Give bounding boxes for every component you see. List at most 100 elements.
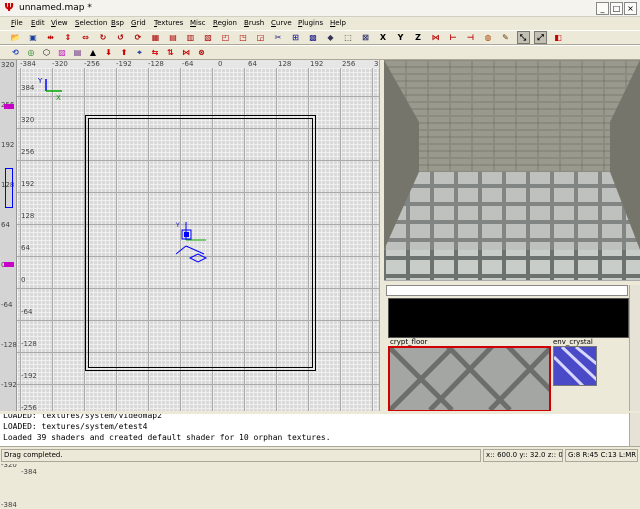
z-camera-icon[interactable]: [5, 168, 13, 208]
axis-y-label: Y: [37, 77, 43, 85]
main-toolbar: 📂 ▣ ⇹ ⇕ ⇔ ↻ ↺ ⟳ ▦ ▤ ▥ ▧ ◰ ◳ ◲ ✂ ⊞ ▩ ◆ ⬚ ⊠ X Y Z ⋈ ⊢ ⊣ ◍ ✎ ⤡ ⤢ ◧: [0, 30, 640, 45]
menu-bsp[interactable]: Bsp: [111, 18, 124, 29]
console-line: Loaded 39 shaders and created default sh…: [3, 433, 331, 442]
flip-y-icon[interactable]: ⇕: [63, 32, 74, 43]
rotate-x-icon[interactable]: ↻: [98, 32, 109, 43]
csg-hollow-icon[interactable]: ◳: [238, 32, 249, 43]
console-scrollbar[interactable]: [629, 413, 640, 446]
patch-weld-icon[interactable]: ✎: [500, 32, 511, 43]
status-bar: Drag completed. x:: 600.0 y:: 32.0 z:: 0…: [0, 446, 640, 464]
menu-region[interactable]: Region: [213, 18, 237, 29]
menu-help[interactable]: Help: [330, 18, 346, 29]
arrow-up-icon[interactable]: ⬆: [119, 47, 130, 58]
texture-view-icon[interactable]: ▩: [308, 32, 319, 43]
cycle-icon[interactable]: ◎: [26, 47, 37, 58]
z-tick-label: -128: [1, 341, 17, 349]
flip-x-icon[interactable]: ⇹: [45, 32, 56, 43]
select-touching-icon[interactable]: ▤: [168, 32, 179, 43]
axis-x-label: X: [56, 94, 61, 102]
arrow-down-icon[interactable]: ⬇: [103, 47, 114, 58]
menu-selection[interactable]: Selection: [75, 18, 107, 29]
patch-insert-icon[interactable]: ⊢: [448, 32, 459, 43]
z-axis-icon[interactable]: Z: [413, 32, 424, 43]
select-partial-tall-icon[interactable]: ▥: [185, 32, 196, 43]
maximize-button[interactable]: □: [610, 2, 623, 15]
console-line: LOADED: textures/system/videomap2: [3, 413, 162, 420]
y-tick-label: -64: [21, 308, 33, 316]
gtkradiant-logo-icon: Ψ: [4, 1, 14, 14]
y-tick-label: 384: [21, 84, 35, 92]
minimize-button[interactable]: _: [596, 2, 609, 15]
z-entity-marker-icon: [4, 104, 14, 109]
patch-delete-icon[interactable]: ⊣: [465, 32, 476, 43]
rotate-z-icon[interactable]: ⟳: [133, 32, 144, 43]
menu-misc[interactable]: Misc: [190, 18, 206, 29]
z-entity-marker-bottom-icon: [4, 262, 14, 267]
menu-grid[interactable]: Grid: [131, 18, 146, 29]
menu-curve[interactable]: Curve: [271, 18, 292, 29]
menu-view[interactable]: View: [51, 18, 68, 29]
camera-marker-icon[interactable]: Y: [176, 220, 220, 268]
texture-splitter[interactable]: [384, 280, 640, 284]
y-tick-label: 192: [21, 180, 35, 188]
vertex-icon[interactable]: ◧: [553, 32, 564, 43]
window-title: unnamed.map *: [19, 3, 92, 13]
drill-down-icon[interactable]: ⤡: [516, 31, 530, 44]
camera-3d-view[interactable]: [384, 60, 640, 282]
open-icon[interactable]: 📂: [10, 32, 21, 43]
menu-plugins[interactable]: Plugins: [298, 18, 323, 29]
refresh-icon[interactable]: ⟲: [10, 47, 21, 58]
close-button[interactable]: ×: [624, 2, 637, 15]
camera-move-icon[interactable]: ⬚: [343, 32, 354, 43]
z-view-ruler[interactable]: 320256192128640-64-128-192-256-320-384: [0, 60, 17, 509]
z-tick-label: -384: [1, 501, 17, 509]
flip-z-icon[interactable]: ⇔: [80, 32, 91, 43]
show-angles-icon[interactable]: ⤢: [534, 31, 547, 44]
menu-bar: File Edit View Selection Bsp Grid Textures Misc…: [0, 17, 640, 30]
entity-view-icon[interactable]: ⊠: [360, 32, 371, 43]
clipper-icon[interactable]: ✂: [273, 32, 284, 43]
y-tick-label: -192: [21, 372, 37, 380]
menu-textures[interactable]: Textures: [154, 18, 183, 29]
save-icon[interactable]: ▣: [28, 32, 39, 43]
csg-subtract-icon[interactable]: ◰: [220, 32, 231, 43]
texture-info-pane: [388, 298, 629, 338]
cap-icon[interactable]: ⬡: [41, 47, 52, 58]
texture-thumb-crypt-floor[interactable]: [388, 346, 551, 412]
texture-scrollbar[interactable]: [629, 285, 640, 412]
rotate-y-icon[interactable]: ↺: [115, 32, 126, 43]
texture-lock-icon[interactable]: ▨: [57, 47, 68, 58]
x-axis-icon[interactable]: X: [378, 32, 389, 43]
menu-file[interactable]: File: [11, 18, 23, 29]
x-tick-label: 64: [248, 60, 257, 68]
x-tick-label: -128: [148, 60, 164, 68]
cone-icon[interactable]: ▲: [88, 47, 99, 58]
menu-brush[interactable]: Brush: [244, 18, 264, 29]
csg-merge-icon[interactable]: ◲: [255, 32, 266, 43]
pin-icon[interactable]: ⌖: [134, 47, 145, 58]
x-tick-label: 256: [342, 60, 356, 68]
console-splitter[interactable]: [0, 411, 640, 414]
bend-icon[interactable]: ⋈: [181, 47, 192, 58]
change-view-icon[interactable]: ⊞: [290, 32, 301, 43]
patch-thicken-icon[interactable]: ◍: [483, 32, 494, 43]
patch-bend-icon[interactable]: ⋈: [430, 32, 441, 43]
x-tick-label: -256: [84, 60, 100, 68]
y-coordinate-ruler: 384320256192128640-64-128-192-256-320-38…: [17, 60, 47, 476]
status-coordinates: x:: 600.0 y:: 32.0 z:: 0.0: [483, 449, 563, 462]
x-tick-label: 0: [218, 60, 223, 68]
mirror-x-icon[interactable]: ⇆: [150, 47, 161, 58]
lock-icon[interactable]: ⊗: [196, 47, 207, 58]
cube-clip-icon[interactable]: ◆: [325, 32, 336, 43]
texture-filter-input[interactable]: [386, 285, 628, 296]
select-complete-tall-icon[interactable]: ▦: [150, 32, 161, 43]
svg-text:Y: Y: [176, 222, 180, 229]
texture-thumb-env-crystal[interactable]: [553, 346, 597, 386]
menu-edit[interactable]: Edit: [31, 18, 45, 29]
patch-mesh-icon[interactable]: ▤: [72, 47, 83, 58]
select-inside-icon[interactable]: ▧: [203, 32, 214, 43]
x-tick-label: -192: [116, 60, 132, 68]
y-axis-icon[interactable]: Y: [395, 32, 406, 43]
console-output: LOADED: textures/system/videomap2 LOADED…: [0, 413, 629, 446]
mirror-y-icon[interactable]: ⇅: [165, 47, 176, 58]
